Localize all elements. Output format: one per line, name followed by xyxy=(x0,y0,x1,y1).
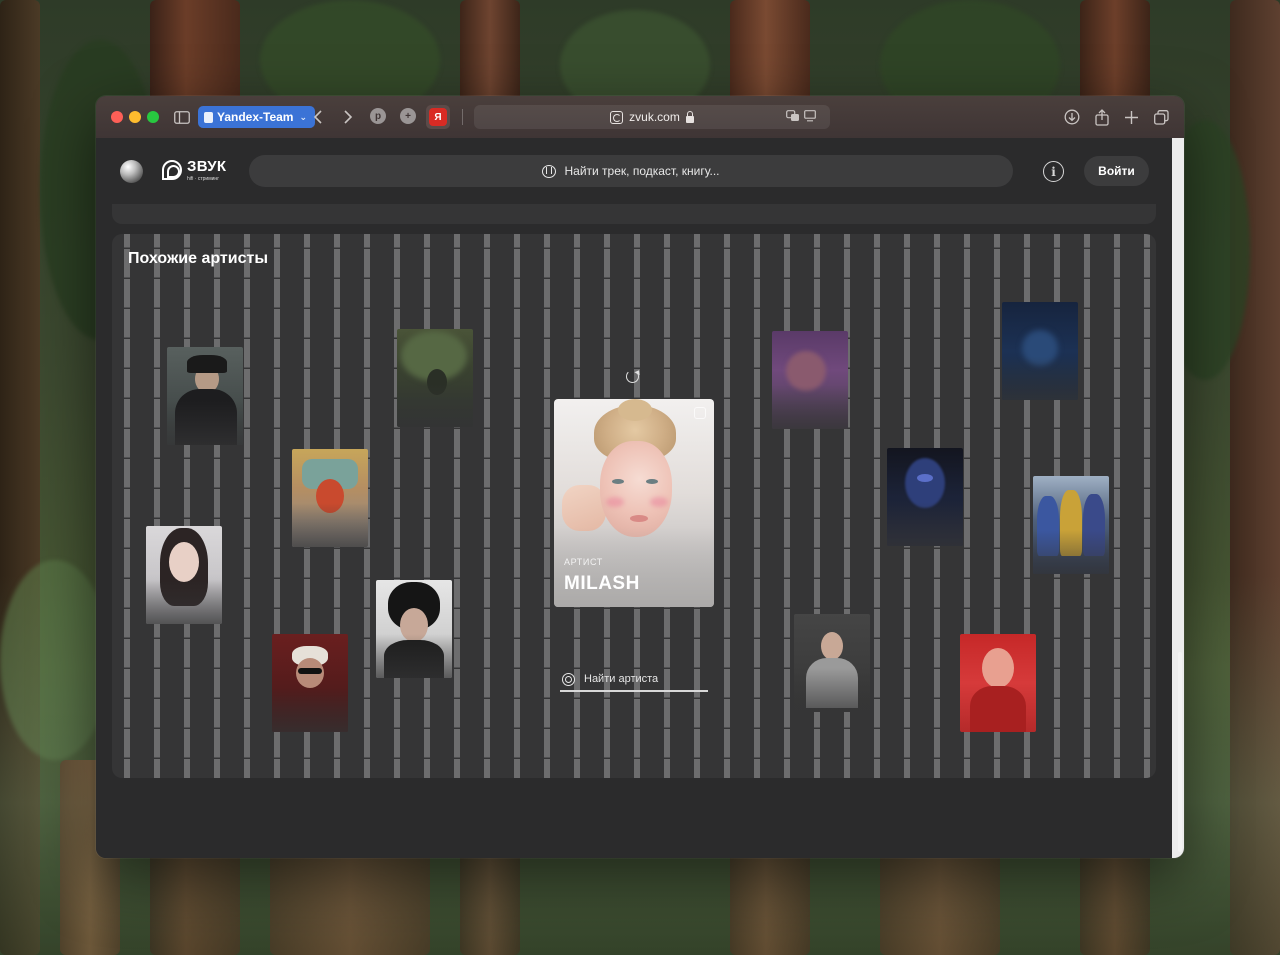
find-artist-placeholder: Найти артиста xyxy=(584,673,659,685)
refresh-icon[interactable] xyxy=(626,370,639,383)
close-window-button[interactable] xyxy=(111,111,123,123)
sidebar-toggle-icon[interactable] xyxy=(172,107,192,127)
chevron-down-icon: ⌄ xyxy=(299,111,308,122)
toolbar-divider xyxy=(462,109,463,125)
share-icon[interactable] xyxy=(1092,107,1112,127)
card-action-icon[interactable] xyxy=(694,407,706,419)
new-tab-icon[interactable] xyxy=(1121,107,1141,127)
artist-thumbnail[interactable] xyxy=(167,347,243,445)
zvuk-logo[interactable]: ЗВУК hifi · стриминг xyxy=(162,158,226,182)
artist-search-icon xyxy=(562,672,575,686)
search-input[interactable]: Найти трек, подкаст, книгу... xyxy=(249,155,1013,187)
logo-subtitle: hifi · стриминг xyxy=(187,176,220,182)
artist-thumbnail[interactable] xyxy=(146,526,222,624)
zvuk-logo-icon xyxy=(162,160,182,180)
add-extension-icon[interactable]: + xyxy=(400,108,416,124)
profile-selector[interactable]: Yandex-Team ⌄ xyxy=(198,106,316,128)
lock-icon xyxy=(685,110,694,123)
reader-icon[interactable] xyxy=(804,110,816,125)
featured-artist-card[interactable]: АРТИСТ MILASH xyxy=(554,399,714,607)
artist-thumbnail[interactable] xyxy=(272,634,348,732)
address-bar[interactable]: zvuk.com xyxy=(474,105,830,129)
url-text: zvuk.com xyxy=(629,110,680,124)
minimize-window-button[interactable] xyxy=(129,111,141,123)
profile-icon xyxy=(204,111,213,123)
yandex-icon: Я xyxy=(429,108,447,126)
previous-section-card xyxy=(112,204,1156,224)
artist-name: MILASH xyxy=(564,573,640,594)
artist-thumbnail[interactable] xyxy=(1033,476,1109,574)
artist-thumbnail[interactable] xyxy=(376,580,452,678)
site-favicon-icon xyxy=(610,110,624,124)
logo-word: ЗВУК xyxy=(187,158,227,175)
zoom-window-button[interactable] xyxy=(147,111,159,123)
find-artist-input[interactable]: Найти артиста xyxy=(560,668,708,692)
web-page: ЗВУК hifi · стриминг Найти трек, подкаст… xyxy=(96,138,1184,858)
pinterest-extension-icon[interactable]: p xyxy=(370,108,386,124)
translate-icon[interactable] xyxy=(786,110,800,125)
artist-thumbnail[interactable] xyxy=(397,329,473,427)
search-placeholder: Найти трек, подкаст, книгу... xyxy=(564,164,720,178)
downloads-icon[interactable] xyxy=(1062,107,1082,127)
login-button[interactable]: Войти xyxy=(1084,156,1149,186)
tab-overview-icon[interactable] xyxy=(1151,107,1171,127)
artist-thumbnail[interactable] xyxy=(1002,302,1078,400)
similar-artists-section: Похожие артисты АРТИСТ MILASH Найти арти… xyxy=(112,234,1156,778)
search-icon xyxy=(542,164,557,178)
yandex-extension-button[interactable]: Я xyxy=(426,105,450,129)
artist-thumbnail[interactable] xyxy=(960,634,1036,732)
back-icon[interactable] xyxy=(308,107,328,127)
artist-thumbnail[interactable] xyxy=(794,614,870,712)
profile-label: Yandex-Team xyxy=(217,110,294,124)
artist-thumbnail[interactable] xyxy=(292,449,368,547)
artist-thumbnail[interactable] xyxy=(887,448,963,546)
browser-window: Yandex-Team ⌄ p + Я zvuk.com ЗВУК hifi ·… xyxy=(96,96,1184,858)
artist-kind-label: АРТИСТ xyxy=(564,557,603,567)
browser-titlebar: Yandex-Team ⌄ p + Я zvuk.com xyxy=(96,96,1184,138)
info-icon[interactable]: i xyxy=(1043,161,1064,182)
section-title: Похожие артисты xyxy=(128,250,268,267)
forward-icon[interactable] xyxy=(338,107,358,127)
scrollbar-thumb[interactable] xyxy=(1178,652,1182,852)
player-orb-icon[interactable] xyxy=(120,160,143,183)
app-header: ЗВУК hifi · стриминг Найти трек, подкаст… xyxy=(96,138,1184,204)
artist-thumbnail[interactable] xyxy=(772,331,848,429)
